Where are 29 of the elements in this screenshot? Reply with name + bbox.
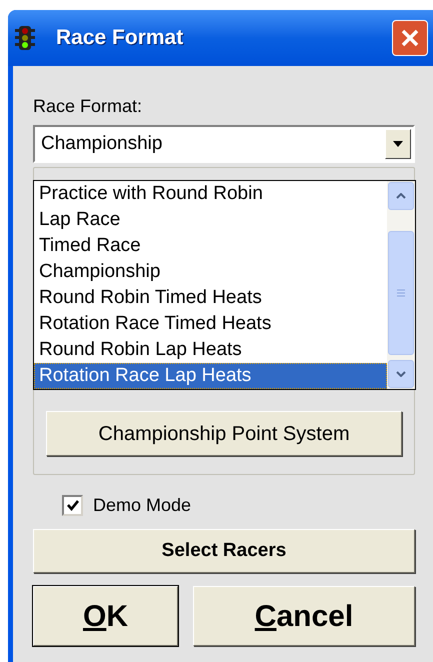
demo-mode-checkbox[interactable] xyxy=(62,495,83,516)
cancel-button[interactable]: Cancel xyxy=(193,586,415,646)
dropdown-option[interactable]: Round Robin Timed Heats xyxy=(34,285,387,311)
grip-icon xyxy=(397,289,405,297)
close-icon xyxy=(400,28,420,48)
close-button[interactable] xyxy=(392,20,428,56)
dropdown-option[interactable]: Championship xyxy=(34,259,387,285)
checkbox-label: Demo Mode xyxy=(93,494,192,517)
dropdown-option[interactable]: Practice with Round Robin xyxy=(34,181,387,207)
check-icon xyxy=(66,500,78,511)
caret-icon xyxy=(393,141,403,147)
dropdown-option[interactable]: Lap Race xyxy=(34,207,387,233)
ok-button[interactable]: OK xyxy=(33,586,178,646)
dropdown-option[interactable]: Rotation Race Lap Heats xyxy=(34,363,387,389)
dropdown-option[interactable]: Rotation Race Timed Heats xyxy=(34,311,387,337)
dropdown-arrow-button[interactable] xyxy=(385,129,411,159)
dropdown-option[interactable]: Timed Race xyxy=(34,233,387,259)
point-system-button[interactable]: Championship Point System xyxy=(46,411,402,456)
dropdown-option[interactable]: Round Robin Lap Heats xyxy=(34,337,387,363)
up-chevron-icon xyxy=(396,193,406,199)
traffic-light-icon xyxy=(14,25,36,51)
scroll-up-button[interactable] xyxy=(388,182,414,210)
select-racers-button[interactable]: Select Racers xyxy=(33,529,415,573)
field-label: Race Format: xyxy=(33,95,144,117)
window-title: Race Format xyxy=(56,25,184,52)
scroll-thumb[interactable] xyxy=(388,231,414,355)
down-chevron-icon xyxy=(396,371,406,377)
race-format-dropdown[interactable]: Championship xyxy=(33,125,415,163)
scroll-down-button[interactable] xyxy=(388,360,414,388)
